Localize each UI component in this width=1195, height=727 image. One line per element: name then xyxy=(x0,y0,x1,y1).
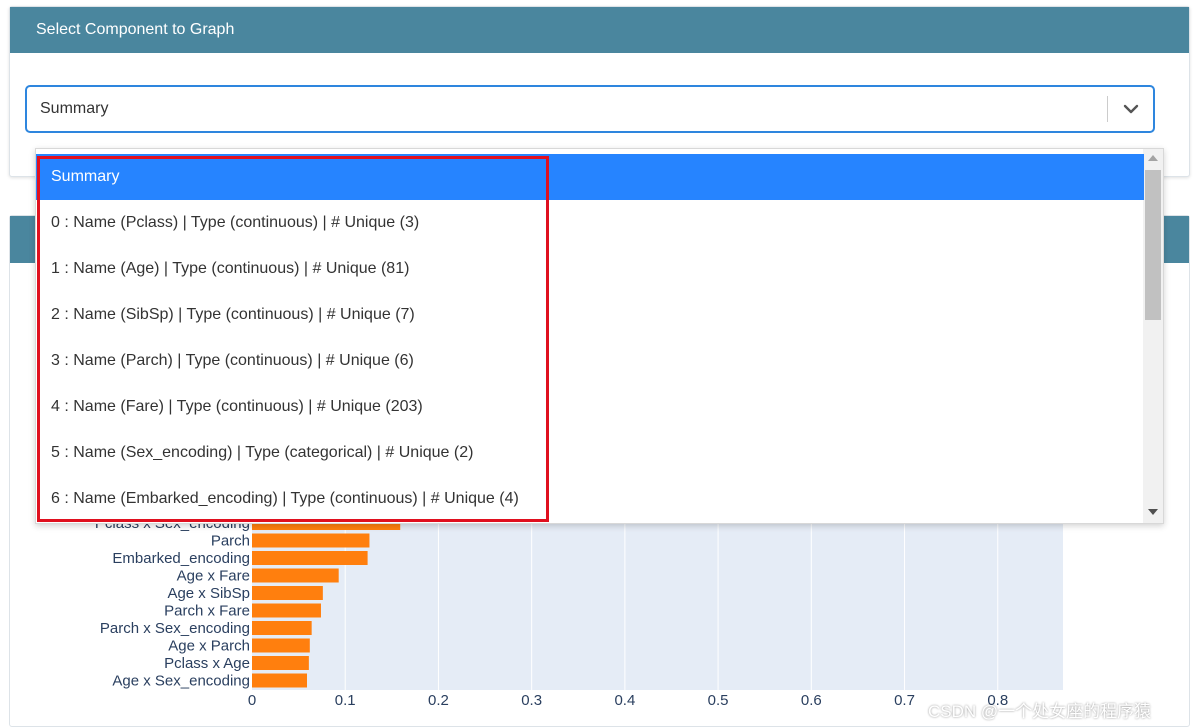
bar xyxy=(252,673,307,688)
y-category-label: Parch x Sex_encoding xyxy=(100,620,250,637)
red-highlight-box xyxy=(37,156,549,522)
plot-background xyxy=(252,515,1063,690)
y-category-label: Parch x Fare xyxy=(164,603,250,620)
x-tick-label: 0.5 xyxy=(708,692,729,709)
scroll-down-arrow-icon[interactable] xyxy=(1148,509,1158,515)
scroll-thumb[interactable] xyxy=(1145,170,1161,320)
bar xyxy=(252,638,310,653)
scroll-up-arrow-icon[interactable] xyxy=(1148,155,1158,161)
bar xyxy=(252,656,309,670)
y-category-label: Parch xyxy=(211,533,250,550)
watermark: CSDN @一个处女座的程序猿 xyxy=(928,702,1152,721)
x-tick-label: 0.7 xyxy=(894,692,915,709)
y-category-label: Age x Fare xyxy=(177,568,250,585)
menu-scrollbar[interactable] xyxy=(1143,149,1163,523)
y-category-label: Embarked_encoding xyxy=(112,550,250,567)
y-category-label: Age x Sex_encoding xyxy=(112,673,250,690)
x-tick-label: 0.2 xyxy=(428,692,449,709)
bar xyxy=(252,568,339,583)
x-tick-label: 0 xyxy=(248,692,256,709)
x-tick-label: 0.6 xyxy=(801,692,822,709)
bar xyxy=(252,551,368,565)
bar xyxy=(252,586,323,600)
bar xyxy=(252,621,312,635)
bar xyxy=(252,533,370,548)
x-tick-label: 0.3 xyxy=(521,692,542,709)
x-tick-label: 0.1 xyxy=(335,692,356,709)
x-tick-label: 0.4 xyxy=(614,692,635,709)
y-category-label: Age x SibSp xyxy=(167,585,250,602)
bar xyxy=(252,603,321,618)
y-category-label: Age x Parch xyxy=(168,638,250,655)
y-category-label: Pclass x Age xyxy=(164,655,250,672)
